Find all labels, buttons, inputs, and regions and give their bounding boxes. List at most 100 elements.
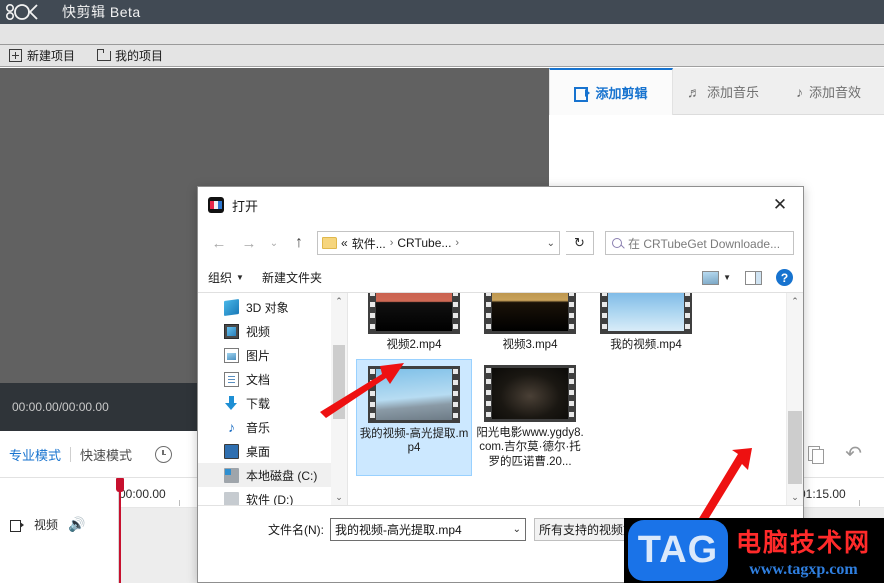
scroll-up-icon[interactable]: ⌃ [331, 293, 347, 309]
nav-label: 3D 对象 [246, 300, 289, 315]
file-item[interactable]: 视频3.mp4 [472, 293, 588, 359]
file-name: 视频2.mp4 [386, 339, 442, 351]
tab-add-clip[interactable]: 添加剪辑 [549, 68, 673, 115]
breadcrumb-prefix: « [341, 236, 348, 250]
video-clip-icon [574, 87, 591, 102]
tab-add-clip-label: 添加剪辑 [595, 86, 648, 101]
copy-icon[interactable] [808, 446, 825, 464]
chevron-down-icon[interactable]: ⌄ [513, 524, 521, 535]
video-thumbnail-icon [368, 365, 460, 423]
tab-add-music-label: 添加音乐 [706, 85, 759, 100]
nav-item-pictures[interactable]: 图片 [198, 343, 347, 367]
undo-icon[interactable]: ↶ [845, 444, 862, 464]
scroll-down-icon[interactable]: ⌄ [787, 489, 803, 505]
file-name: 阳光电影www.ygdy8.com.吉尔莫·德尔·托罗的匹诺曹.20... [476, 426, 584, 469]
tab-add-music[interactable]: ♬ 添加音乐 [673, 68, 773, 115]
nav-item-downloads[interactable]: 下载 [198, 391, 347, 415]
tab-add-sfx[interactable]: ♪ 添加音效 [773, 68, 884, 115]
file-name: 我的视频-高光提取.mp4 [359, 427, 469, 455]
breadcrumb-part-1[interactable]: 软件... [352, 235, 386, 252]
nav-label: 下载 [246, 396, 271, 411]
dialog-titlebar: 打开 ✕ [198, 187, 803, 223]
dialog-commandbar: 组织 ▼ 新建文件夹 ▼ ? [198, 263, 803, 293]
nav-item-3d-objects[interactable]: 3D 对象 [198, 295, 347, 319]
filename-value: 我的视频-高光提取.mp4 [335, 523, 462, 537]
filename-label: 文件名(N): [268, 523, 324, 537]
file-list-scrollbar[interactable]: ⌃ ⌄ [786, 293, 803, 505]
nav-item-videos[interactable]: 视频 [198, 319, 347, 343]
preview-pane-icon[interactable] [745, 270, 762, 285]
dialog-body: 3D 对象 视频 图片 文档 下载 ♪ 音乐 桌面 本地磁盘 (C:) 软件 (… [198, 293, 803, 505]
chevron-down-icon: ▼ [236, 273, 244, 282]
search-icon [612, 238, 622, 248]
timeline-track-label: 视频 [34, 518, 59, 532]
nav-scrollbar[interactable]: ⌃ ⌄ [331, 293, 347, 505]
watermark-text: 电脑技术网 www.tagxp.com [736, 523, 871, 579]
new-project-button[interactable]: 新建项目 [9, 47, 75, 64]
organize-label: 组织 [208, 271, 233, 285]
dialog-file-list[interactable]: 视频2.mp4 视频3.mp4 我的视频.mp4 我的视频-高光提取.mp4 阳… [348, 293, 803, 505]
chevron-down-icon: ▼ [723, 273, 731, 282]
chevron-down-icon[interactable]: ⌄ [547, 238, 555, 249]
nav-label: 软件 (D:) [246, 492, 294, 506]
file-item[interactable]: 阳光电影www.ygdy8.com.吉尔莫·德尔·托罗的匹诺曹.20... [472, 359, 588, 476]
forward-icon[interactable]: → [237, 231, 261, 255]
view-options-button[interactable]: ▼ [702, 270, 731, 285]
music-note-icon: ♬ [686, 83, 701, 100]
scroll-up-icon[interactable]: ⌃ [787, 293, 803, 309]
file-item[interactable]: 我的视频.mp4 [588, 293, 704, 359]
nav-item-documents[interactable]: 文档 [198, 367, 347, 391]
scroll-down-icon[interactable]: ⌄ [331, 489, 347, 505]
mode-professional[interactable]: 专业模式 [0, 445, 70, 464]
file-item[interactable]: 视频2.mp4 [356, 293, 472, 359]
local-disk-icon [224, 467, 239, 483]
app-titlebar: 快剪辑 Beta [0, 0, 884, 24]
nav-item-music[interactable]: ♪ 音乐 [198, 415, 347, 439]
scroll-thumb[interactable] [333, 345, 345, 419]
close-icon[interactable]: ✕ [763, 191, 797, 219]
nav-label: 音乐 [246, 420, 271, 435]
breadcrumb-part-2[interactable]: CRTube... [397, 236, 451, 250]
watermark-site-name: 电脑技术网 [736, 528, 872, 557]
back-icon[interactable]: ← [207, 231, 231, 255]
scroll-thumb[interactable] [788, 411, 802, 484]
dialog-navbar: ← → ⌄ ↑ « 软件... › CRTube... › ⌄ ↻ 在 CRTu… [198, 223, 803, 263]
nav-item-drive-d[interactable]: 软件 (D:) [198, 487, 347, 505]
clock-icon[interactable] [155, 445, 173, 463]
timeline-playhead[interactable] [116, 478, 124, 583]
search-input[interactable]: 在 CRTubeGet Downloade... [605, 231, 794, 255]
view-layout-icon [702, 270, 720, 285]
video-thumbnail-icon [484, 293, 576, 334]
file-name: 我的视频.mp4 [610, 339, 682, 351]
video-thumbnail-icon [484, 364, 576, 422]
my-projects-label: 我的项目 [115, 49, 164, 63]
filename-input[interactable]: 我的视频-高光提取.mp4 ⌄ [330, 518, 526, 541]
new-folder-button[interactable]: 新建文件夹 [262, 269, 322, 286]
drive-icon [224, 491, 239, 505]
new-project-icon [9, 49, 22, 62]
search-placeholder: 在 CRTubeGet Downloade... [628, 236, 781, 251]
pictures-folder-icon [224, 347, 239, 363]
timeline-track-header: 视频 🔊 [0, 478, 119, 583]
breadcrumb[interactable]: « 软件... › CRTube... › ⌄ [317, 231, 560, 255]
nav-item-local-disk-c[interactable]: 本地磁盘 (C:) [198, 463, 347, 487]
video-track-icon [10, 519, 24, 532]
downloads-folder-icon [224, 395, 239, 411]
documents-folder-icon [224, 371, 239, 387]
timeline-video-track[interactable]: 视频 🔊 [10, 516, 85, 533]
nav-item-desktop[interactable]: 桌面 [198, 439, 347, 463]
up-icon[interactable]: ↑ [287, 231, 311, 255]
organize-button[interactable]: 组织 ▼ [208, 269, 244, 286]
refresh-icon[interactable]: ↻ [566, 231, 594, 255]
dialog-navigation-pane: 3D 对象 视频 图片 文档 下载 ♪ 音乐 桌面 本地磁盘 (C:) 软件 (… [198, 293, 348, 505]
speaker-icon[interactable]: 🔊 [68, 516, 85, 533]
app-title: 快剪辑 Beta [62, 4, 141, 20]
help-icon[interactable]: ? [776, 269, 793, 286]
app-menubar: 新建项目 我的项目 [0, 45, 884, 67]
file-item-selected[interactable]: 我的视频-高光提取.mp4 [356, 358, 472, 476]
mode-quick[interactable]: 快速模式 [71, 445, 141, 464]
history-dropdown-icon[interactable]: ⌄ [267, 231, 281, 255]
video-thumbnail-icon [600, 293, 692, 334]
nav-label: 文档 [246, 372, 271, 387]
my-projects-button[interactable]: 我的项目 [97, 47, 163, 64]
